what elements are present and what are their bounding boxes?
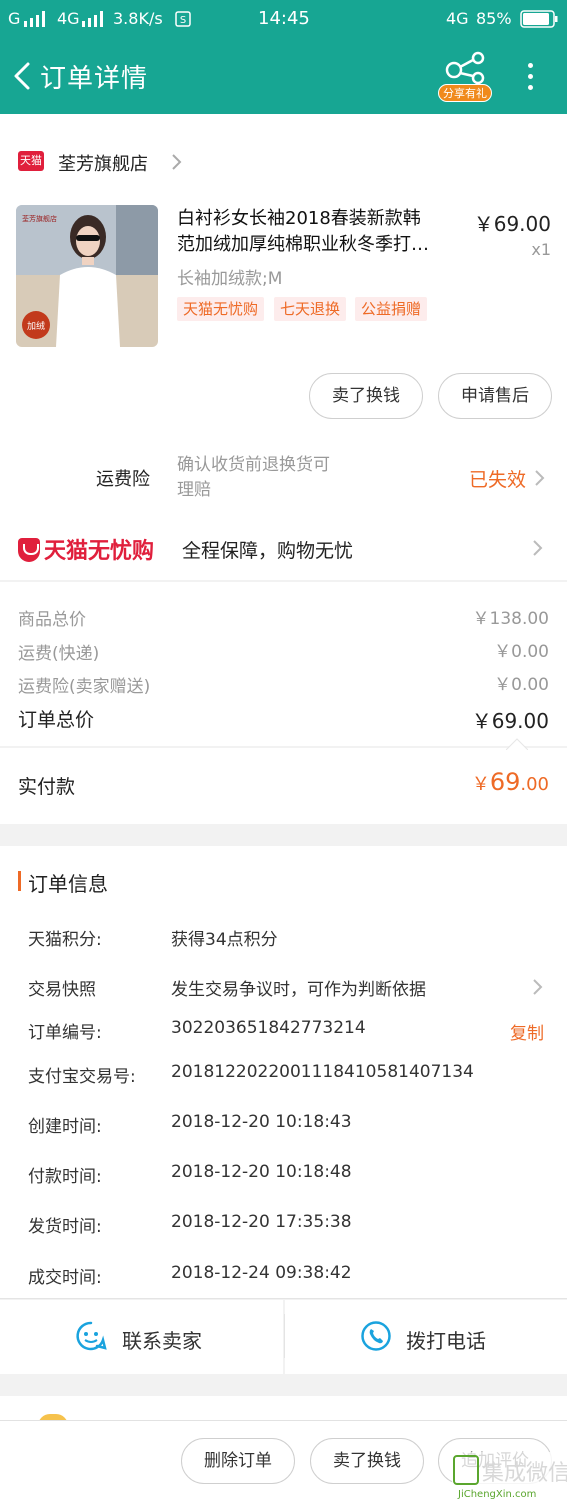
notification-icon: S: [175, 11, 191, 27]
tmall-logo-icon: 天猫: [18, 151, 44, 171]
product-photo: 加绒 荃芳旗舰店: [16, 205, 158, 347]
product-sku: 长袖加绒款;M: [177, 269, 283, 289]
info-key: 发货时间:: [28, 1217, 102, 1237]
sell-for-cash-button[interactable]: 卖了换钱: [309, 373, 423, 419]
info-value: 2018-12-20 17:35:38: [171, 1212, 352, 1232]
product-image-brand: 荃芳旗舰店: [22, 214, 57, 223]
shipping-insurance-fee-value: ￥0.00: [494, 675, 549, 695]
signal-icon: [24, 11, 45, 27]
watermark-url: JiChengXin.com: [457, 1489, 536, 1500]
chevron-right-icon: [533, 540, 543, 556]
service-tag: 天猫无忧购: [177, 297, 265, 321]
info-value: 2018-12-20 10:18:48: [171, 1162, 352, 1182]
chevron-right-icon: [533, 979, 543, 995]
chevron-right-icon: [535, 470, 545, 486]
goods-total-label: 商品总价: [18, 610, 86, 630]
actual-payment-integer: 69: [489, 768, 521, 796]
phone-icon: [361, 1321, 391, 1351]
watermark-logo: 集成微信 JiChengXin.com: [452, 1452, 567, 1500]
pointer-caret: [506, 738, 528, 750]
info-key: 天猫积分:: [28, 930, 102, 950]
battery-icon: [520, 10, 558, 28]
watermark-brand: 集成微信: [482, 1461, 567, 1486]
info-value: 2018122022001118410581407134: [171, 1062, 474, 1082]
network-speed: 3.8K/s: [113, 9, 163, 28]
shipping-insurance-desc-line-2: 理赔: [177, 480, 211, 500]
section-accent-bar: [18, 871, 21, 891]
info-value: 2018-12-20 10:18:43: [171, 1112, 352, 1132]
order-number-value: 302203651842773214: [171, 1018, 366, 1038]
shipping-insurance-status[interactable]: 已失效: [469, 465, 526, 492]
order-info-title: 订单信息: [28, 872, 108, 896]
info-key: 交易快照: [28, 980, 96, 1000]
app-header: 订单详情 分享有礼: [0, 38, 567, 114]
info-key: 付款时间:: [28, 1167, 102, 1187]
goods-total-value: ￥138.00: [472, 609, 549, 629]
shop-name-link[interactable]: 荃芳旗舰店: [58, 150, 148, 176]
product-image[interactable]: 加绒 荃芳旗舰店: [16, 205, 158, 347]
status-bar: G 4G 3.8K/s S 14:45 4G 85%: [0, 0, 567, 38]
contact-seller-label: 联系卖家: [122, 1329, 202, 1353]
svg-text:S: S: [180, 15, 186, 26]
shipping-insurance-desc: 确认收货前退换货可 理赔: [177, 453, 407, 503]
info-value: 发生交易争议时，可作为判断依据: [171, 980, 426, 1000]
network-label: 4G: [57, 9, 80, 28]
wuyou-guarantee-desc: 全程保障，购物无忧: [182, 540, 354, 562]
delete-order-button[interactable]: 删除订单: [181, 1438, 295, 1484]
signal-icon: [82, 11, 103, 27]
info-key: 成交时间:: [28, 1268, 102, 1288]
call-phone-button[interactable]: 拨打电话: [285, 1300, 567, 1374]
actual-payment-value: ￥69.00: [472, 768, 549, 796]
shield-icon: [18, 538, 40, 562]
order-item-card: [0, 114, 567, 580]
copy-order-number-button[interactable]: 复制: [510, 1019, 544, 1044]
chevron-right-icon: [172, 154, 182, 170]
product-image-badge: 加绒: [27, 320, 45, 332]
info-value: 2018-12-24 09:38:42: [171, 1263, 352, 1283]
divider: [0, 1298, 567, 1299]
share-button[interactable]: 分享有礼: [438, 48, 494, 104]
tmall-wuyou-logo-text: 天猫无忧购: [44, 539, 155, 564]
service-tag: 公益捐赠: [355, 297, 428, 321]
chat-icon: [76, 1321, 107, 1351]
actual-payment-label: 实付款: [18, 776, 76, 798]
signal-label: G: [8, 9, 21, 28]
share-badge: 分享有礼: [438, 84, 492, 102]
shipping-insurance-fee-label: 运费险(卖家赠送): [18, 677, 151, 697]
apply-after-sale-button[interactable]: 申请售后: [438, 373, 552, 419]
contact-seller-button[interactable]: 联系卖家: [0, 1300, 283, 1374]
product-quantity: x1: [531, 240, 551, 259]
service-tag: 七天退换: [274, 297, 347, 321]
back-button[interactable]: [8, 56, 38, 96]
product-title-line-2: 范加绒加厚纯棉职业秋冬季打…: [177, 234, 429, 255]
product-title[interactable]: 白衬衫女长袖2018春装新款韩 范加绒加厚纯棉职业秋冬季打…: [177, 206, 462, 258]
actual-payment-decimal: .00: [520, 774, 549, 795]
sell-for-cash-button[interactable]: 卖了换钱: [310, 1438, 424, 1484]
product-price: ￥69.00: [473, 212, 551, 236]
info-value: 获得34点积分: [171, 930, 278, 950]
shipping-fee-value: ￥0.00: [494, 642, 549, 662]
info-key: 订单编号:: [28, 1023, 102, 1043]
info-key: 创建时间:: [28, 1117, 102, 1137]
network-right-label: 4G: [446, 9, 469, 28]
tmall-wuyou-logo: 天猫无忧购: [18, 533, 154, 565]
shipping-insurance-label: 运费险: [96, 469, 150, 490]
order-total-label: 订单总价: [18, 709, 95, 731]
battery-percent: 85%: [476, 9, 512, 28]
shipping-insurance-desc-line-1: 确认收货前退换货可: [177, 455, 330, 475]
more-menu-button[interactable]: [518, 60, 542, 94]
product-title-line-1: 白衬衫女长袖2018春装新款韩: [177, 208, 421, 229]
info-key: 支付宝交易号:: [28, 1067, 136, 1087]
call-phone-label: 拨打电话: [406, 1329, 486, 1353]
shipping-fee-label: 运费(快递): [18, 644, 100, 664]
share-icon: [445, 51, 485, 85]
actual-payment-currency: ￥: [471, 774, 490, 795]
page-title: 订单详情: [40, 64, 149, 94]
clock: 14:45: [258, 8, 310, 29]
order-total-value: ￥69.00: [471, 709, 549, 733]
